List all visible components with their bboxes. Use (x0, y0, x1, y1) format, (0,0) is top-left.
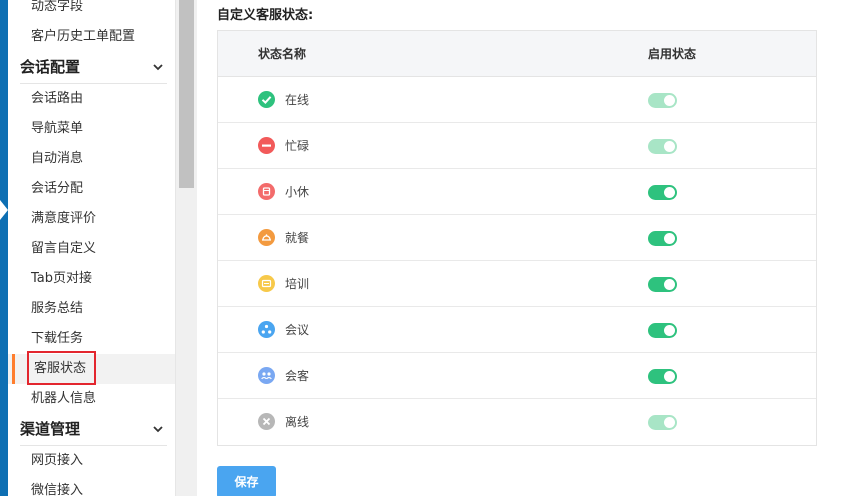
sidebar-item-robot-info[interactable]: 机器人信息 (8, 384, 175, 414)
sidebar-item-service-summary[interactable]: 服务总结 (8, 294, 175, 324)
sidebar-item-web-access[interactable]: 网页接入 (8, 446, 175, 476)
column-header-name: 状态名称 (258, 47, 307, 61)
sidebar-item-session-routing[interactable]: 会话路由 (8, 84, 175, 114)
status-name: 培训 (285, 277, 310, 291)
status-toggle[interactable] (648, 139, 677, 154)
status-name: 忙碌 (285, 139, 310, 153)
chevron-down-icon (153, 64, 163, 71)
check-icon (258, 91, 275, 108)
sidebar-item-agent-status[interactable]: 客服状态 (8, 351, 175, 385)
main-panel: 自定义客服状态: 状态名称 启用状态 在线 忙碌 小休 就餐 培训 会议 会客 … (197, 0, 859, 496)
table-row: 培训 (218, 261, 816, 307)
settings-sidebar: 动态字段 客户历史工单配置 会话配置 会话路由 导航菜单 自动消息 会话分配 满… (8, 0, 175, 496)
sidebar-item-session-assign[interactable]: 会话分配 (8, 174, 175, 204)
status-name: 离线 (285, 415, 310, 429)
sidebar-item-wechat-access[interactable]: 微信接入 (8, 476, 175, 496)
table-header: 状态名称 启用状态 (218, 31, 816, 77)
sidebar-item-satisfaction[interactable]: 满意度评价 (8, 204, 175, 234)
table-row: 在线 (218, 77, 816, 123)
sidebar-group-channel[interactable]: 渠道管理 (8, 414, 175, 444)
minus-icon (258, 137, 275, 154)
status-name: 会议 (285, 323, 310, 337)
active-indicator (12, 354, 15, 384)
column-header-enabled: 启用状态 (648, 47, 697, 61)
cup-icon (258, 183, 275, 200)
status-toggle[interactable] (648, 323, 677, 338)
table-row: 会客 (218, 353, 816, 399)
guest-icon (258, 367, 275, 384)
table-row: 小休 (218, 169, 816, 215)
status-name: 小休 (285, 185, 310, 199)
status-toggle[interactable] (648, 277, 677, 292)
meeting-icon (258, 321, 275, 338)
table-row: 忙碌 (218, 123, 816, 169)
status-name: 在线 (285, 93, 310, 107)
table-row: 离线 (218, 399, 816, 445)
status-name: 会客 (285, 369, 310, 383)
collapse-notch[interactable] (0, 200, 8, 220)
status-toggle[interactable] (648, 369, 677, 384)
left-nav-strip (0, 0, 8, 496)
status-toggle[interactable] (648, 231, 677, 246)
sidebar-item-message-custom[interactable]: 留言自定义 (8, 234, 175, 264)
sidebar-group-session[interactable]: 会话配置 (8, 52, 175, 82)
dish-icon (258, 229, 275, 246)
page-title: 自定义客服状态: (217, 8, 314, 23)
status-table: 状态名称 启用状态 在线 忙碌 小休 就餐 培训 会议 会客 离线 (217, 30, 817, 446)
chevron-down-icon (153, 426, 163, 433)
sidebar-item-nav-menu[interactable]: 导航菜单 (8, 114, 175, 144)
table-row: 就餐 (218, 215, 816, 261)
status-toggle[interactable] (648, 415, 677, 430)
sidebar-scrollbar[interactable] (175, 0, 197, 496)
sidebar-item-dynamic-fields[interactable]: 动态字段 (8, 0, 175, 22)
save-button[interactable]: 保存 (217, 466, 276, 496)
training-icon (258, 275, 275, 292)
status-toggle[interactable] (648, 185, 677, 200)
scrollbar-thumb[interactable] (179, 0, 194, 188)
status-toggle[interactable] (648, 93, 677, 108)
close-icon (258, 413, 275, 430)
sidebar-item-tab-integration[interactable]: Tab页对接 (8, 264, 175, 294)
sidebar-item-history-ticket[interactable]: 客户历史工单配置 (8, 22, 175, 52)
table-row: 会议 (218, 307, 816, 353)
sidebar-item-auto-message[interactable]: 自动消息 (8, 144, 175, 174)
sidebar-item-download-tasks[interactable]: 下载任务 (8, 324, 175, 354)
status-name: 就餐 (285, 231, 310, 245)
